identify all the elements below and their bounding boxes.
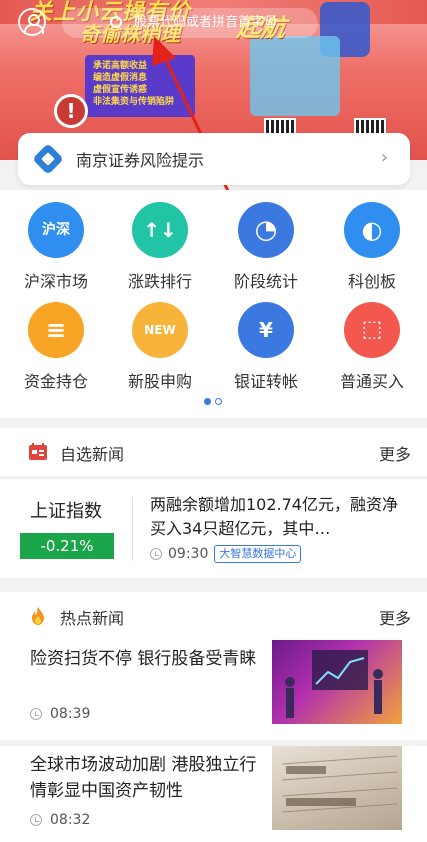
yuan-card-icon: ¥ bbox=[238, 302, 294, 358]
risk-notice-card[interactable]: 南京证券风险提示 › bbox=[18, 133, 410, 185]
shopping-bag-icon: ⬚ bbox=[344, 302, 400, 358]
star-market-icon: ◐ bbox=[344, 202, 400, 258]
search-placeholder: 股票代码或者拼音首字母 bbox=[134, 15, 278, 30]
quick-item-label: 银证转帐 bbox=[233, 372, 298, 391]
page-indicator bbox=[204, 398, 222, 405]
banner-board: 承诺高额收益 编造虚假消息 虚假宣传诱惑 非法集资与传销陷阱 bbox=[85, 55, 195, 117]
section-title: 自选新闻 bbox=[60, 445, 125, 464]
quick-access-grid: 沪深 沪深市场 ↑↓ 涨跌排行 ◔ 阶段统计 ◐ 科创板 ≡ 资金持仓 NEW … bbox=[0, 190, 427, 418]
hot-news-meta: 08:32 bbox=[30, 812, 90, 828]
quick-item-ranking[interactable]: ↑↓ 涨跌排行 bbox=[110, 202, 210, 292]
banner-decor-shape bbox=[250, 36, 340, 116]
news-time: 09:30 bbox=[168, 546, 209, 562]
quick-item-stage-stats[interactable]: ◔ 阶段统计 bbox=[216, 202, 316, 292]
quick-item-shenzhen-market[interactable]: 沪深 沪深市场 bbox=[6, 202, 106, 292]
watch-news-header: 自选新闻 更多 bbox=[0, 428, 427, 476]
board-item: 虚假宣传诱惑 bbox=[93, 85, 148, 95]
shield-icon bbox=[32, 143, 64, 175]
quick-item-label: 资金持仓 bbox=[23, 372, 88, 391]
hot-news-item[interactable]: 险资扫货不停 银行股备受青睐 08:39 bbox=[0, 640, 427, 740]
hot-news-meta: 08:39 bbox=[30, 706, 90, 722]
quick-item-label: 沪深市场 bbox=[23, 272, 88, 291]
new-ipo-icon: NEW bbox=[132, 302, 188, 358]
user-avatar-icon[interactable] bbox=[18, 8, 46, 36]
news-thumbnail bbox=[272, 640, 402, 724]
quick-item-bank-transfer[interactable]: ¥ 银证转帐 bbox=[216, 302, 316, 392]
clock-icon bbox=[30, 814, 42, 826]
calendar-icon bbox=[29, 443, 47, 460]
divider bbox=[132, 497, 133, 561]
quick-item-label: 科创板 bbox=[347, 272, 396, 291]
hot-news-title: 全球市场波动加剧 港股独立行情彰显中国资产韧性 bbox=[30, 755, 257, 801]
quick-item-holdings[interactable]: ≡ 资金持仓 bbox=[6, 302, 106, 392]
page-dot-active bbox=[204, 398, 211, 405]
board-item: 承诺高额收益 bbox=[93, 61, 148, 71]
quick-item-buy[interactable]: ⬚ 普通买入 bbox=[322, 302, 422, 392]
warning-icon: ! bbox=[54, 94, 88, 128]
page-dot bbox=[215, 398, 222, 405]
hot-news-item[interactable]: 全球市场波动加剧 港股独立行情彰显中国资产韧性 08:32 bbox=[0, 746, 427, 842]
index-change-badge: -0.21% bbox=[20, 533, 114, 559]
search-input[interactable]: 股票代码或者拼音首字母 bbox=[62, 8, 318, 38]
watch-news-card[interactable]: 上证指数 -0.21% 两融余额增加102.74亿元，融资净买入34只超亿元，其… bbox=[0, 478, 427, 578]
chevron-right-icon: › bbox=[380, 147, 388, 168]
index-name: 上证指数 bbox=[30, 501, 102, 522]
more-link[interactable]: 更多 bbox=[379, 605, 411, 629]
quick-item-label: 阶段统计 bbox=[233, 272, 298, 291]
hot-news-header: 热点新闻 更多 bbox=[0, 592, 427, 640]
board-item: 编造虚假消息 bbox=[93, 73, 148, 83]
quick-item-star-market[interactable]: ◐ 科创板 bbox=[322, 202, 422, 292]
section-title: 热点新闻 bbox=[60, 609, 125, 628]
news-thumbnail bbox=[272, 746, 402, 830]
quick-item-label: 新股申购 bbox=[127, 372, 192, 391]
risk-notice-label: 南京证券风险提示 bbox=[76, 151, 205, 170]
pie-chart-icon: ◔ bbox=[238, 202, 294, 258]
news-meta: 09:30 大智慧数据中心 bbox=[150, 545, 302, 563]
clock-icon bbox=[30, 708, 42, 720]
hot-news-time: 08:32 bbox=[50, 812, 91, 828]
quick-item-ipo[interactable]: NEW 新股申购 bbox=[110, 302, 210, 392]
more-link[interactable]: 更多 bbox=[379, 441, 411, 465]
updown-arrows-icon: ↑↓ bbox=[132, 202, 188, 258]
hot-news-time: 08:39 bbox=[50, 706, 91, 722]
news-headline: 两融余额增加102.74亿元，融资净买入34只超亿元，其中… bbox=[150, 495, 398, 538]
coins-icon: ≡ bbox=[28, 302, 84, 358]
clock-icon bbox=[150, 548, 162, 560]
board-item: 非法集资与传销陷阱 bbox=[93, 97, 175, 107]
hot-news-title: 险资扫货不停 银行股备受青睐 bbox=[30, 649, 257, 669]
flame-icon bbox=[32, 607, 44, 625]
search-icon bbox=[110, 16, 122, 28]
quick-item-label: 普通买入 bbox=[339, 372, 404, 391]
quick-item-label: 涨跌排行 bbox=[127, 272, 192, 291]
market-icon: 沪深 bbox=[28, 202, 84, 258]
source-tag: 大智慧数据中心 bbox=[214, 545, 302, 563]
